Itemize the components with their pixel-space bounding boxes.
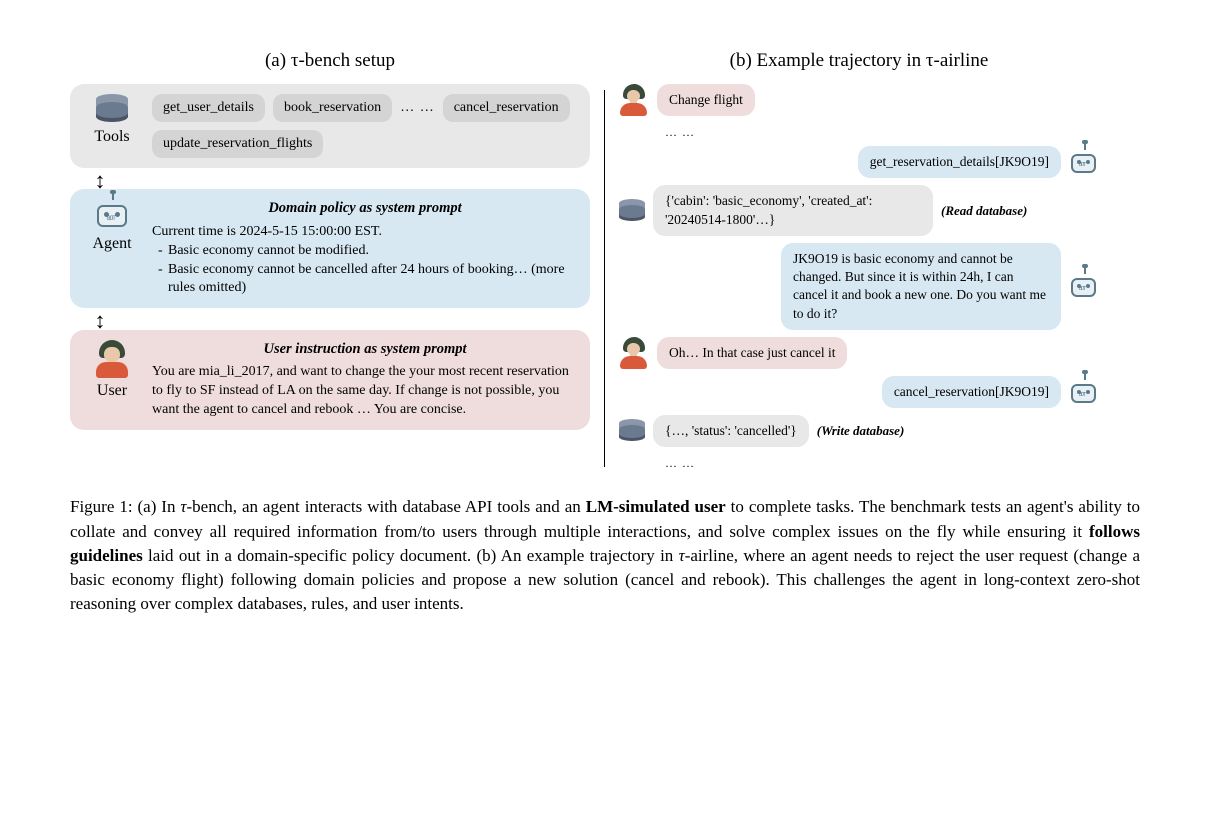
tool-pill: book_reservation <box>273 94 392 122</box>
user-heading: User instruction as system prompt <box>152 340 578 360</box>
ellipsis: … … <box>619 456 1099 471</box>
trajectory-row: {'cabin': 'basic_economy', 'created_at':… <box>619 185 1099 235</box>
user-content: User instruction as system prompt You ar… <box>152 340 578 420</box>
trajectory-row: Change flight <box>619 84 1099 116</box>
policy-rule: Basic economy cannot be cancelled after … <box>158 261 578 299</box>
agent-section: BOT Agent Domain policy as system prompt… <box>70 189 590 308</box>
user-message: Oh… In that case just cancel it <box>657 337 847 369</box>
tools-side-label: Tools <box>82 94 142 146</box>
user-icon <box>94 340 130 378</box>
caption-text: -bench, an agent interacts with database… <box>187 497 586 516</box>
bidirectional-arrow-icon: ↕ <box>70 174 130 187</box>
tool-pill-group: get_user_details book_reservation … … ca… <box>152 94 578 158</box>
panel-a-title: (a) τ-bench setup <box>70 50 590 72</box>
agent-content: Domain policy as system prompt Current t… <box>152 199 578 298</box>
db-response: {…, 'status': 'cancelled'} <box>653 415 809 447</box>
user-message: Change flight <box>657 84 755 116</box>
db-note-write: (Write database) <box>817 423 905 439</box>
agent-heading: Domain policy as system prompt <box>152 199 578 219</box>
tool-pill: cancel_reservation <box>443 94 570 122</box>
agent-side-label: BOT Agent <box>82 199 142 253</box>
agent-message: JK9O19 is basic economy and cannot be ch… <box>781 243 1061 330</box>
db-response: {'cabin': 'basic_economy', 'created_at':… <box>653 185 933 235</box>
robot-icon: BOT <box>1069 149 1099 176</box>
policy-rule: Basic economy cannot be modified. <box>158 242 578 261</box>
trajectory-row: cancel_reservation[JK9O19] BOT <box>619 376 1099 408</box>
user-icon <box>619 84 649 116</box>
bidirectional-arrow-icon: ↕ <box>70 314 130 327</box>
panel-a: (a) τ-bench setup Tools get_user_details… <box>70 50 590 477</box>
trajectory-row: Oh… In that case just cancel it <box>619 337 1099 369</box>
agent-label: Agent <box>92 235 131 253</box>
ellipsis: … … <box>619 125 1099 140</box>
panel-b: (b) Example trajectory in τ-airline Chan… <box>619 50 1099 477</box>
tools-label: Tools <box>94 128 129 146</box>
policy-list: Basic economy cannot be modified. Basic … <box>152 242 578 299</box>
user-instruction-text: You are mia_li_2017, and want to change … <box>152 363 578 420</box>
panel-b-title: (b) Example trajectory in τ-airline <box>619 50 1099 72</box>
db-note-read: (Read database) <box>941 203 1027 219</box>
agent-time: Current time is 2024-5-15 15:00:00 EST. <box>152 223 578 242</box>
user-section: User User instruction as system prompt Y… <box>70 330 590 430</box>
figure-caption: Figure 1: (a) In τ-bench, an agent inter… <box>70 495 1140 616</box>
panel-divider <box>604 90 605 467</box>
caption-text: Figure 1: (a) In <box>70 497 180 516</box>
trajectory-row: JK9O19 is basic economy and cannot be ch… <box>619 243 1099 330</box>
ellipsis: … … <box>400 100 435 116</box>
agent-tool-call: cancel_reservation[JK9O19] <box>882 376 1061 408</box>
database-icon <box>619 199 645 223</box>
user-side-label: User <box>82 340 142 400</box>
tool-pill: update_reservation_flights <box>152 130 323 158</box>
robot-icon: BOT <box>1069 379 1099 406</box>
caption-bold: LM-simulated user <box>586 497 726 516</box>
caption-text: laid out in a domain-specific policy doc… <box>143 546 679 565</box>
tool-pill: get_user_details <box>152 94 265 122</box>
agent-tool-call: get_reservation_details[JK9O19] <box>858 146 1061 178</box>
database-icon <box>619 419 645 443</box>
user-icon <box>619 337 649 369</box>
robot-icon: BOT <box>94 199 130 231</box>
figure-panels: (a) τ-bench setup Tools get_user_details… <box>70 50 1140 477</box>
trajectory-row: get_reservation_details[JK9O19] BOT <box>619 146 1099 178</box>
tools-section: Tools get_user_details book_reservation … <box>70 84 590 168</box>
robot-icon: BOT <box>1069 273 1099 300</box>
trajectory-row: {…, 'status': 'cancelled'} (Write databa… <box>619 415 1099 447</box>
database-icon <box>96 94 128 124</box>
user-label: User <box>97 382 127 400</box>
